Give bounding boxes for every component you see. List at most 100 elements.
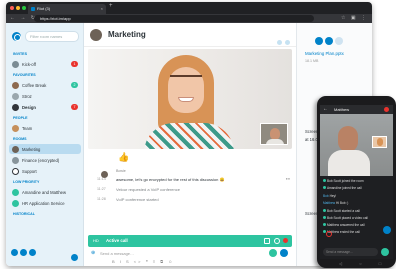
- room-item-support[interactable]: Support: [9, 166, 81, 176]
- read-receipts-icon[interactable]: ●●: [286, 177, 290, 181]
- new-tab-icon[interactable]: +: [109, 3, 113, 9]
- mobile-message[interactable]: Bob Scott placed a video call: [323, 216, 387, 220]
- message-row[interactable]: 11:14 awesome, let's go encrypted for th…: [84, 176, 296, 183]
- room-item-design[interactable]: Design 7: [9, 102, 81, 112]
- room-item-stroz[interactable]: Stroz: [9, 91, 81, 101]
- avatar: [12, 167, 19, 175]
- send-icon[interactable]: [280, 249, 288, 257]
- section-rooms[interactable]: ROOMS: [13, 137, 27, 141]
- explore-rooms-icon[interactable]: [29, 249, 36, 256]
- video-toggle-icon[interactable]: [264, 238, 270, 244]
- hangup-icon[interactable]: [384, 107, 389, 112]
- browser-extension-icons[interactable]: ☆ ▣ ⋮: [341, 15, 368, 21]
- file-title[interactable]: Marketing Plan.pptx: [305, 51, 344, 56]
- mobile-message[interactable]: Matthew answered the call: [323, 223, 387, 227]
- create-room-icon[interactable]: [20, 249, 27, 256]
- formatting-toolbar[interactable]: B I S <> ❝ ≡ ⧉ ☺: [112, 259, 174, 264]
- avatar: [12, 199, 19, 207]
- section-low-priority[interactable]: LOW PRIORITY: [13, 180, 39, 184]
- room-label: Team: [22, 125, 33, 131]
- attach-file-icon[interactable]: ⊕: [91, 250, 95, 256]
- notifications-tab-icon[interactable]: [335, 37, 343, 45]
- room-header: Marketing: [84, 23, 296, 47]
- message-input[interactable]: Send a message…: [100, 251, 134, 256]
- local-video-preview[interactable]: [372, 136, 387, 148]
- video-call-view: [88, 49, 292, 149]
- mobile-message[interactable]: Bob Hey!: [323, 194, 387, 198]
- voice-call-icon[interactable]: [269, 249, 277, 257]
- active-call-bar[interactable]: HD Active call: [88, 235, 292, 247]
- room-label: Stroz: [22, 93, 32, 99]
- unread-badge: 1: [71, 61, 78, 67]
- message-text: Velour requested a VoIP conference: [116, 187, 180, 192]
- browser-nav-icons[interactable]: ← → ↻: [10, 15, 37, 21]
- section-historical[interactable]: HISTORICAL: [13, 212, 35, 216]
- mobile-message[interactable]: Matthew Hi Bob :): [323, 201, 387, 205]
- room-item-amandine-matthew[interactable]: Amandine and Matthew: [9, 187, 81, 197]
- avatar: [12, 145, 19, 153]
- url-input[interactable]: https://riot.im/app: [34, 15, 314, 22]
- section-favourites[interactable]: FAVOURITES: [13, 73, 36, 77]
- room-item-coffee-break[interactable]: Coffee Break 2: [9, 80, 81, 90]
- tab-close-icon[interactable]: ×: [101, 4, 103, 14]
- avatar: [12, 92, 19, 100]
- room-label: Coffee Break: [22, 82, 47, 88]
- mic-toggle-icon[interactable]: [274, 238, 280, 244]
- mobile-message[interactable]: Bob Scott joined the room: [323, 179, 387, 183]
- avatar: [12, 124, 19, 132]
- mobile-message[interactable]: Bob Scott started a call: [323, 209, 387, 213]
- mobile-mute-icon[interactable]: [326, 231, 332, 237]
- avatar: [12, 156, 19, 164]
- start-chat-icon[interactable]: [11, 249, 18, 256]
- mobile-scroll-down-icon[interactable]: [383, 226, 391, 234]
- room-item-hr-application[interactable]: HR Application Service: [9, 198, 81, 208]
- room-item-kick-off[interactable]: Kick-off 1: [9, 59, 81, 69]
- close-window-icon[interactable]: [10, 6, 14, 10]
- hangup-icon[interactable]: [283, 238, 288, 243]
- room-title[interactable]: Marketing: [108, 30, 146, 39]
- forget-room-icon[interactable]: [285, 40, 290, 45]
- message-composer: ⊕ Send a message…: [88, 249, 292, 258]
- room-item-marketing[interactable]: Marketing: [9, 144, 81, 154]
- room-label: Kick-off: [22, 61, 36, 67]
- message-row[interactable]: 11:27 Velour requested a VoIP conference: [84, 186, 296, 193]
- mobile-message-text: Bob Scott started a call: [327, 209, 360, 213]
- remote-participant-glasses: [170, 75, 202, 82]
- message-time: 11:14: [97, 177, 106, 181]
- local-video-preview[interactable]: [260, 123, 288, 145]
- files-tab-icon[interactable]: [325, 37, 333, 45]
- section-people[interactable]: PEOPLE: [13, 116, 28, 120]
- header-actions: [274, 32, 290, 50]
- maximize-window-icon[interactable]: [22, 6, 26, 10]
- file-size: 18.1 MB: [305, 59, 319, 63]
- mobile-message[interactable]: Matthew ended the call: [323, 230, 387, 234]
- mobile-room-title[interactable]: Matthew: [334, 107, 349, 112]
- room-avatar[interactable]: [90, 29, 102, 41]
- room-item-finance[interactable]: Finance (encrypted): [9, 155, 81, 165]
- members-tab-icon[interactable]: [315, 37, 323, 45]
- minimize-window-icon[interactable]: [16, 6, 20, 10]
- riot-logo-icon[interactable]: [12, 32, 21, 41]
- mobile-message-author: Bob: [323, 194, 329, 198]
- room-item-team[interactable]: Team: [9, 123, 81, 133]
- mobile-message[interactable]: Amandine joined the call: [323, 186, 387, 190]
- room-label: Finance (encrypted): [22, 157, 60, 163]
- browser-tab[interactable]: Riot (3) ×: [28, 4, 106, 14]
- remote-participant-face: [338, 126, 358, 152]
- mobile-send-icon[interactable]: [381, 248, 389, 256]
- mobile-message-text: Amandine joined the call: [327, 186, 362, 190]
- message-author[interactable]: Bowie: [116, 169, 126, 173]
- message-row[interactable]: 11:28 VoIP conference started: [84, 196, 296, 203]
- android-nav-bar[interactable]: ◁ ○ □: [339, 261, 389, 266]
- room-list-sidebar: Filter room names INVITES Kick-off 1 FAV…: [6, 23, 84, 266]
- mobile-screen: ← Matthew Bob Scott joined the room Aman…: [320, 105, 393, 259]
- mobile-message-input[interactable]: Send a message…: [323, 248, 378, 256]
- event-icon: [323, 223, 326, 226]
- room-filter-input[interactable]: Filter room names: [25, 31, 79, 42]
- room-label: Marketing: [22, 146, 41, 152]
- avatar: [12, 188, 19, 196]
- room-settings-icon[interactable]: [277, 40, 282, 45]
- settings-icon[interactable]: [71, 254, 78, 261]
- back-arrow-icon[interactable]: ←: [323, 106, 328, 112]
- section-invites[interactable]: INVITES: [13, 52, 27, 56]
